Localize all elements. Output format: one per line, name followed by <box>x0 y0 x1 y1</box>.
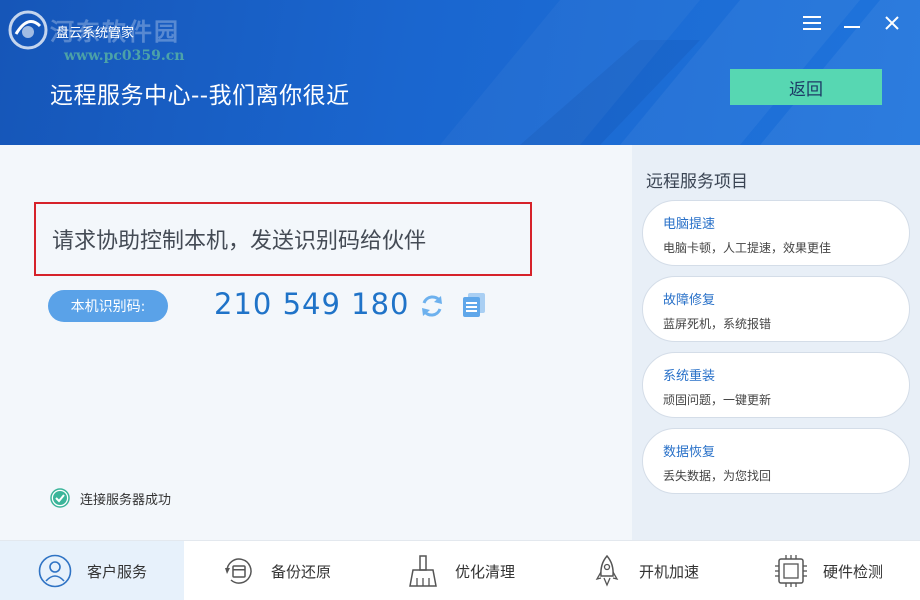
service-desc: 顽固问题，一键更新 <box>663 393 772 407</box>
nav-label: 备份还原 <box>270 562 331 581</box>
nav-item-optimize[interactable]: 优化清理 <box>368 541 552 600</box>
machine-id-code: 210 549 180 <box>214 287 410 321</box>
check-circle-icon <box>50 488 70 508</box>
close-button[interactable] <box>879 10 905 36</box>
header-banner: 河东软件园 盘云系统管家 www.pc0359.cn 远程服务中心--我们离你很… <box>0 0 920 145</box>
rocket-icon <box>595 554 619 587</box>
machine-id-label: 本机识别码: <box>48 290 168 322</box>
service-title: 故障修复 <box>663 293 716 308</box>
nav-item-boot-speedup[interactable]: 开机加速 <box>552 541 736 600</box>
nav-label: 开机加速 <box>638 562 699 581</box>
connection-status-text: 连接服务器成功 <box>80 492 172 508</box>
page-title: 远程服务中心--我们离你很近 <box>50 83 350 109</box>
copy-icon[interactable] <box>460 291 488 319</box>
nav-label: 客户服务 <box>86 562 147 581</box>
refresh-icon[interactable] <box>419 293 445 319</box>
chip-icon <box>774 555 807 587</box>
nav-label: 优化清理 <box>454 562 515 581</box>
minimize-icon <box>844 26 860 28</box>
user-icon <box>38 554 72 588</box>
service-card-speedup[interactable]: 电脑提速 电脑卡顿，人工提速，效果更佳 <box>642 200 910 266</box>
close-icon <box>885 16 899 30</box>
remote-service-sidebar: 远程服务项目 电脑提速 电脑卡顿，人工提速，效果更佳 故障修复 蓝屏死机，系统报… <box>632 145 920 540</box>
service-card-reinstall[interactable]: 系统重装 顽固问题，一键更新 <box>642 352 910 418</box>
service-title: 电脑提速 <box>663 217 716 232</box>
menu-button[interactable] <box>799 10 825 36</box>
hamburger-icon <box>803 16 821 30</box>
nav-item-hardware[interactable]: 硬件检测 <box>736 541 920 600</box>
service-desc: 蓝屏死机，系统报错 <box>663 317 772 331</box>
request-assist-text: 请求协助控制本机，发送识别码给伙伴 <box>52 229 427 254</box>
bottom-nav: 客户服务 备份还原 优化清理 开机加速 硬件检测 <box>0 540 920 600</box>
backup-icon <box>224 558 252 584</box>
service-desc: 电脑卡顿，人工提速，效果更佳 <box>663 241 832 255</box>
service-title: 数据恢复 <box>663 445 716 460</box>
app-name: 盘云系统管家 <box>56 26 135 41</box>
service-title: 系统重装 <box>663 369 716 384</box>
app-logo-icon <box>8 10 48 50</box>
request-assist-box: 请求协助控制本机，发送识别码给伙伴 <box>34 202 532 276</box>
connection-status: 连接服务器成功 <box>50 488 171 508</box>
service-desc: 丢失数据，为您找回 <box>663 469 772 483</box>
nav-item-customer-service[interactable]: 客户服务 <box>0 541 184 600</box>
service-card-recovery[interactable]: 数据恢复 丢失数据，为您找回 <box>642 428 910 494</box>
brush-icon <box>409 555 437 587</box>
sidebar-title: 远程服务项目 <box>646 172 748 192</box>
service-card-repair[interactable]: 故障修复 蓝屏死机，系统报错 <box>642 276 910 342</box>
nav-label: 硬件检测 <box>822 562 883 581</box>
nav-item-backup[interactable]: 备份还原 <box>184 541 368 600</box>
minimize-button[interactable] <box>839 10 865 36</box>
main-panel: 请求协助控制本机，发送识别码给伙伴 本机识别码: 210 549 180 连接服… <box>0 145 632 540</box>
back-button[interactable]: 返回 <box>730 69 882 105</box>
watermark-url: www.pc0359.cn <box>64 48 185 64</box>
